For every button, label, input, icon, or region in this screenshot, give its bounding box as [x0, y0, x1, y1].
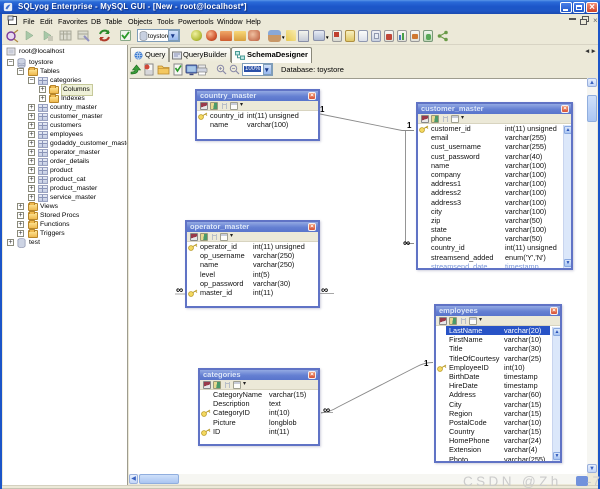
- svg-text:1: 1: [320, 105, 325, 114]
- svg-text:∞: ∞: [321, 285, 328, 296]
- svg-text:∞: ∞: [176, 285, 183, 296]
- svg-text:∞: ∞: [403, 238, 410, 249]
- svg-text:1: 1: [424, 359, 429, 368]
- svg-text:1: 1: [407, 121, 412, 130]
- svg-text:∞: ∞: [323, 405, 330, 416]
